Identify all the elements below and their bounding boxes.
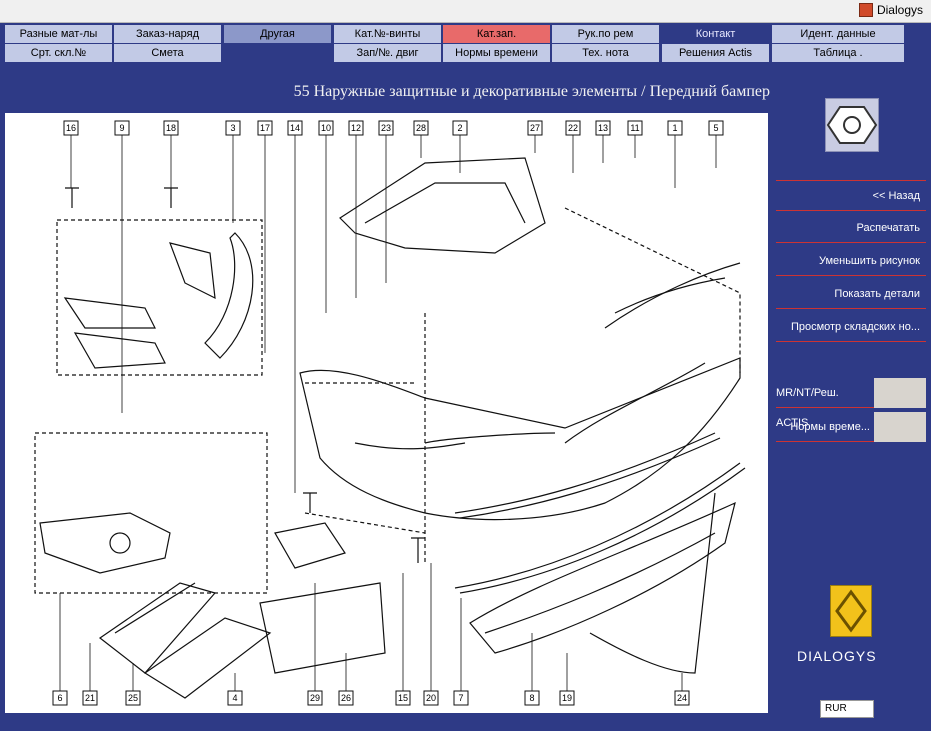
print-button[interactable]: Распечатать [776, 213, 926, 243]
mr-nt-actis-button[interactable]: MR/NT/Реш. ACTIS [776, 378, 926, 429]
callout-number[interactable]: 7 [458, 693, 463, 703]
tab-empty [224, 44, 332, 62]
callout-number[interactable]: 11 [630, 123, 639, 133]
callout-number[interactable]: 18 [166, 123, 176, 133]
currency-label: RUR [825, 703, 847, 714]
show-parts-button[interactable]: Показать детали [776, 279, 926, 309]
callout-number[interactable]: 1 [672, 123, 677, 133]
callout-number[interactable]: 10 [321, 123, 331, 133]
callout-number[interactable]: 27 [530, 123, 540, 133]
brand-name: DIALOGYS [797, 648, 877, 664]
tab-labor-times[interactable]: Нормы времени [443, 44, 551, 62]
callout-number[interactable]: 21 [85, 693, 95, 703]
callout-number[interactable]: 26 [341, 693, 351, 703]
callout-number[interactable]: 4 [232, 693, 237, 703]
callout-number[interactable]: 6 [57, 693, 62, 703]
window-title: Dialogys [876, 3, 923, 17]
tab-estimate[interactable]: Смета [114, 44, 222, 62]
app-icon [858, 3, 873, 17]
callout-number[interactable]: 16 [66, 123, 76, 133]
callout-number[interactable]: 14 [290, 123, 300, 133]
tab-stock-number[interactable]: Срт. скл.№ [5, 44, 113, 62]
title-bar: Dialogys [0, 0, 931, 23]
currency-flag[interactable]: RUR [820, 700, 874, 718]
tab-engine-parts[interactable]: Зап/№. двиг [334, 44, 442, 62]
callout-number[interactable]: 8 [529, 693, 534, 703]
top-menu: Разные мат-лы Заказ-наряд Другая Кат.№-в… [0, 23, 931, 63]
callout-number[interactable]: 12 [351, 123, 361, 133]
page-title: 55 Наружные защитные и декоративные элем… [293, 83, 770, 100]
callout-number[interactable]: 24 [677, 693, 687, 703]
stock-numbers-button[interactable]: Просмотр складских но... [776, 312, 926, 342]
callout-number[interactable]: 2 [457, 123, 462, 133]
tab-parts-catalog[interactable]: Кат.зап. [443, 25, 551, 43]
tab-identification[interactable]: Идент. данные [772, 25, 905, 43]
callout-number[interactable]: 3 [230, 123, 235, 133]
callout-number[interactable]: 19 [562, 693, 572, 703]
callout-number[interactable]: 5 [713, 123, 718, 133]
labor-times-button[interactable]: Нормы време... [776, 412, 926, 442]
zoom-out-button[interactable]: Уменьшить рисунок [776, 246, 926, 276]
callout-number[interactable]: 15 [398, 693, 408, 703]
app-title: Dialogys [858, 3, 923, 17]
tab-contact[interactable]: Контакт [662, 25, 770, 43]
callout-number[interactable]: 23 [381, 123, 391, 133]
callout-number[interactable]: 9 [119, 123, 124, 133]
tools-icon [874, 378, 926, 408]
labor-times-label: Нормы време... [790, 421, 870, 433]
callout-number[interactable]: 29 [310, 693, 320, 703]
callout-number[interactable]: 17 [260, 123, 270, 133]
callout-number[interactable]: 13 [598, 123, 608, 133]
tab-other[interactable]: Другая [224, 25, 332, 43]
callout-number[interactable]: 28 [416, 123, 426, 133]
back-button[interactable]: << Назад [776, 181, 926, 211]
tab-misc-materials[interactable]: Разные мат-лы [5, 25, 113, 43]
callout-number[interactable]: 20 [426, 693, 436, 703]
parts-diagram[interactable]: 16 9 18 3 17 14 10 12 23 28 2 27 22 13 11 1 5 6 21 25 4 29 26 1… [5, 113, 768, 713]
callout-number[interactable]: 25 [128, 693, 138, 703]
tab-actis-solutions[interactable]: Решения Actis [662, 44, 770, 62]
tab-tech-note[interactable]: Тех. нота [552, 44, 660, 62]
renault-logo [830, 585, 872, 637]
callout-number[interactable]: 22 [568, 123, 578, 133]
clock-icon [874, 412, 926, 442]
bolt-hex-icon [825, 98, 879, 152]
tab-cat-screws[interactable]: Кат.№-винты [334, 25, 442, 43]
tab-work-order[interactable]: Заказ-наряд [114, 25, 222, 43]
tab-repair-manual[interactable]: Рук.по рем [552, 25, 660, 43]
tab-table[interactable]: Таблица . [772, 44, 905, 62]
